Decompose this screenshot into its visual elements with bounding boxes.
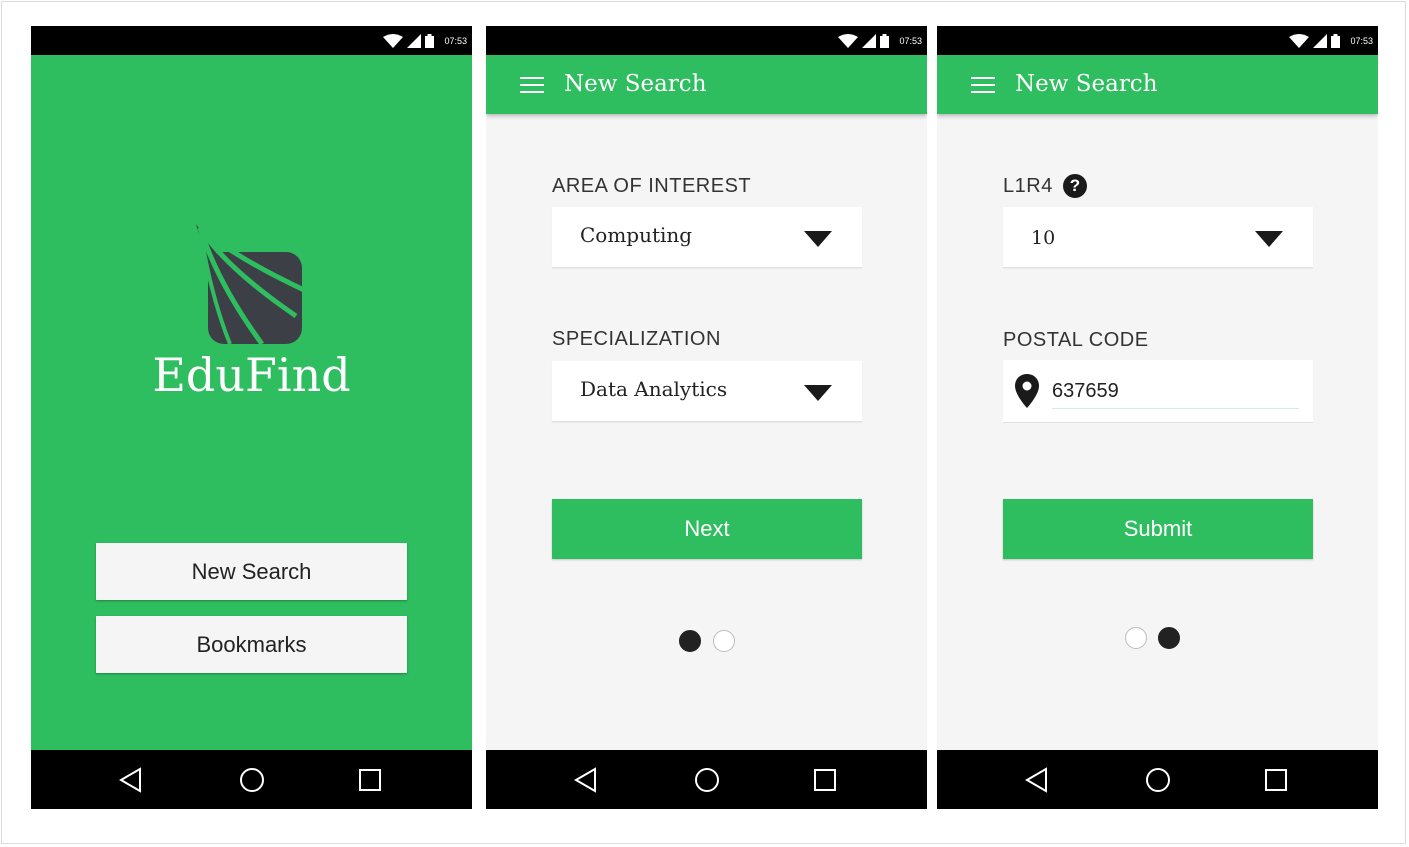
edufind-logo-icon bbox=[196, 224, 306, 346]
home-icon[interactable] bbox=[692, 765, 722, 795]
status-clock: 07:53 bbox=[899, 36, 922, 46]
phone-search-step-1: 07:53 New Search AREA OF INTEREST Comput… bbox=[486, 26, 927, 809]
l1r4-value: 10 bbox=[1031, 227, 1056, 249]
battery-icon bbox=[880, 34, 890, 48]
wifi-icon bbox=[838, 34, 859, 48]
postal-code-field-container bbox=[1003, 360, 1313, 423]
phone-search-step-2: 07:53 New Search L1R4 ? 10 POSTAL CODE S… bbox=[937, 26, 1378, 809]
area-of-interest-value: Computing bbox=[580, 223, 693, 247]
signal-icon bbox=[1313, 34, 1328, 48]
wifi-icon bbox=[1289, 34, 1310, 48]
signal-icon bbox=[862, 34, 877, 48]
app-bar-title: New Search bbox=[1015, 71, 1158, 97]
app-bar-title: New Search bbox=[564, 71, 707, 97]
location-pin-icon bbox=[1015, 374, 1039, 408]
page-indicator-dot-active bbox=[1158, 627, 1180, 649]
recents-icon[interactable] bbox=[355, 765, 385, 795]
status-clock: 07:53 bbox=[444, 36, 467, 46]
dropdown-arrow-icon bbox=[1255, 231, 1283, 247]
app-bar: New Search bbox=[937, 55, 1378, 114]
wifi-icon bbox=[383, 34, 404, 48]
recents-icon[interactable] bbox=[810, 765, 840, 795]
back-icon[interactable] bbox=[1022, 765, 1052, 795]
hamburger-menu-icon[interactable] bbox=[971, 77, 995, 93]
navigation-bar bbox=[486, 750, 927, 809]
help-icon[interactable]: ? bbox=[1063, 174, 1087, 198]
area-of-interest-label: AREA OF INTEREST bbox=[552, 175, 752, 197]
app-bar: New Search bbox=[486, 55, 927, 114]
area-of-interest-dropdown[interactable]: Computing bbox=[552, 207, 862, 268]
recents-icon[interactable] bbox=[1261, 765, 1291, 795]
back-icon[interactable] bbox=[116, 765, 146, 795]
home-icon[interactable] bbox=[1143, 765, 1173, 795]
postal-code-input[interactable] bbox=[1052, 374, 1299, 409]
page-indicator-dot bbox=[1125, 627, 1147, 649]
submit-button[interactable]: Submit bbox=[1003, 499, 1313, 559]
hamburger-menu-icon[interactable] bbox=[520, 77, 544, 93]
dropdown-arrow-icon bbox=[804, 385, 832, 401]
specialization-label: SPECIALIZATION bbox=[552, 328, 721, 350]
status-bar: 07:53 bbox=[486, 26, 927, 55]
postal-code-label: POSTAL CODE bbox=[1003, 329, 1149, 351]
l1r4-label: L1R4 bbox=[1003, 175, 1053, 197]
status-bar: 07:53 bbox=[31, 26, 472, 55]
dropdown-arrow-icon bbox=[804, 231, 832, 247]
phone-splash-screen: 07:53 EduFind New Search Bookmarks bbox=[31, 26, 472, 809]
home-icon[interactable] bbox=[237, 765, 267, 795]
specialization-dropdown[interactable]: Data Analytics bbox=[552, 361, 862, 422]
battery-icon bbox=[1331, 34, 1341, 48]
battery-icon bbox=[425, 34, 435, 48]
navigation-bar bbox=[937, 750, 1378, 809]
specialization-value: Data Analytics bbox=[580, 377, 728, 401]
next-button[interactable]: Next bbox=[552, 499, 862, 559]
navigation-bar bbox=[31, 750, 472, 809]
page-indicator-dot-active bbox=[679, 630, 701, 652]
l1r4-dropdown[interactable]: 10 bbox=[1003, 207, 1313, 268]
signal-icon bbox=[407, 34, 422, 48]
app-brand-name: EduFind bbox=[152, 348, 351, 402]
page-indicator-dot bbox=[713, 630, 735, 652]
status-clock: 07:53 bbox=[1350, 36, 1373, 46]
bookmarks-button[interactable]: Bookmarks bbox=[96, 616, 407, 673]
status-bar: 07:53 bbox=[937, 26, 1378, 55]
new-search-button[interactable]: New Search bbox=[96, 543, 407, 600]
back-icon[interactable] bbox=[571, 765, 601, 795]
